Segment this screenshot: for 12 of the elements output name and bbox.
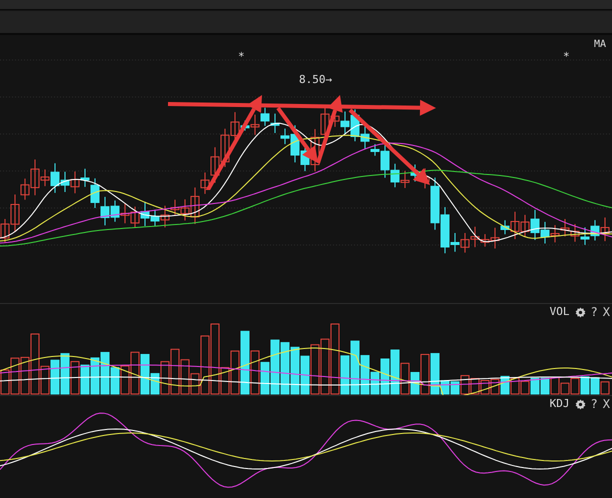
settings-icon[interactable] — [574, 306, 586, 318]
close-button[interactable]: X — [602, 398, 610, 410]
help-button[interactable]: ? — [590, 306, 598, 318]
indicator-label: MA — [594, 39, 606, 51]
marker-label: * — [238, 51, 245, 63]
close-button[interactable]: X — [602, 306, 610, 318]
settings-icon[interactable] — [574, 398, 586, 410]
price-label: 8.50→ — [299, 74, 332, 86]
marker-label: * — [563, 51, 570, 63]
help-button[interactable]: ? — [590, 398, 598, 410]
panel-label: KDJ — [550, 398, 570, 410]
panel-label: VOL — [550, 306, 570, 318]
